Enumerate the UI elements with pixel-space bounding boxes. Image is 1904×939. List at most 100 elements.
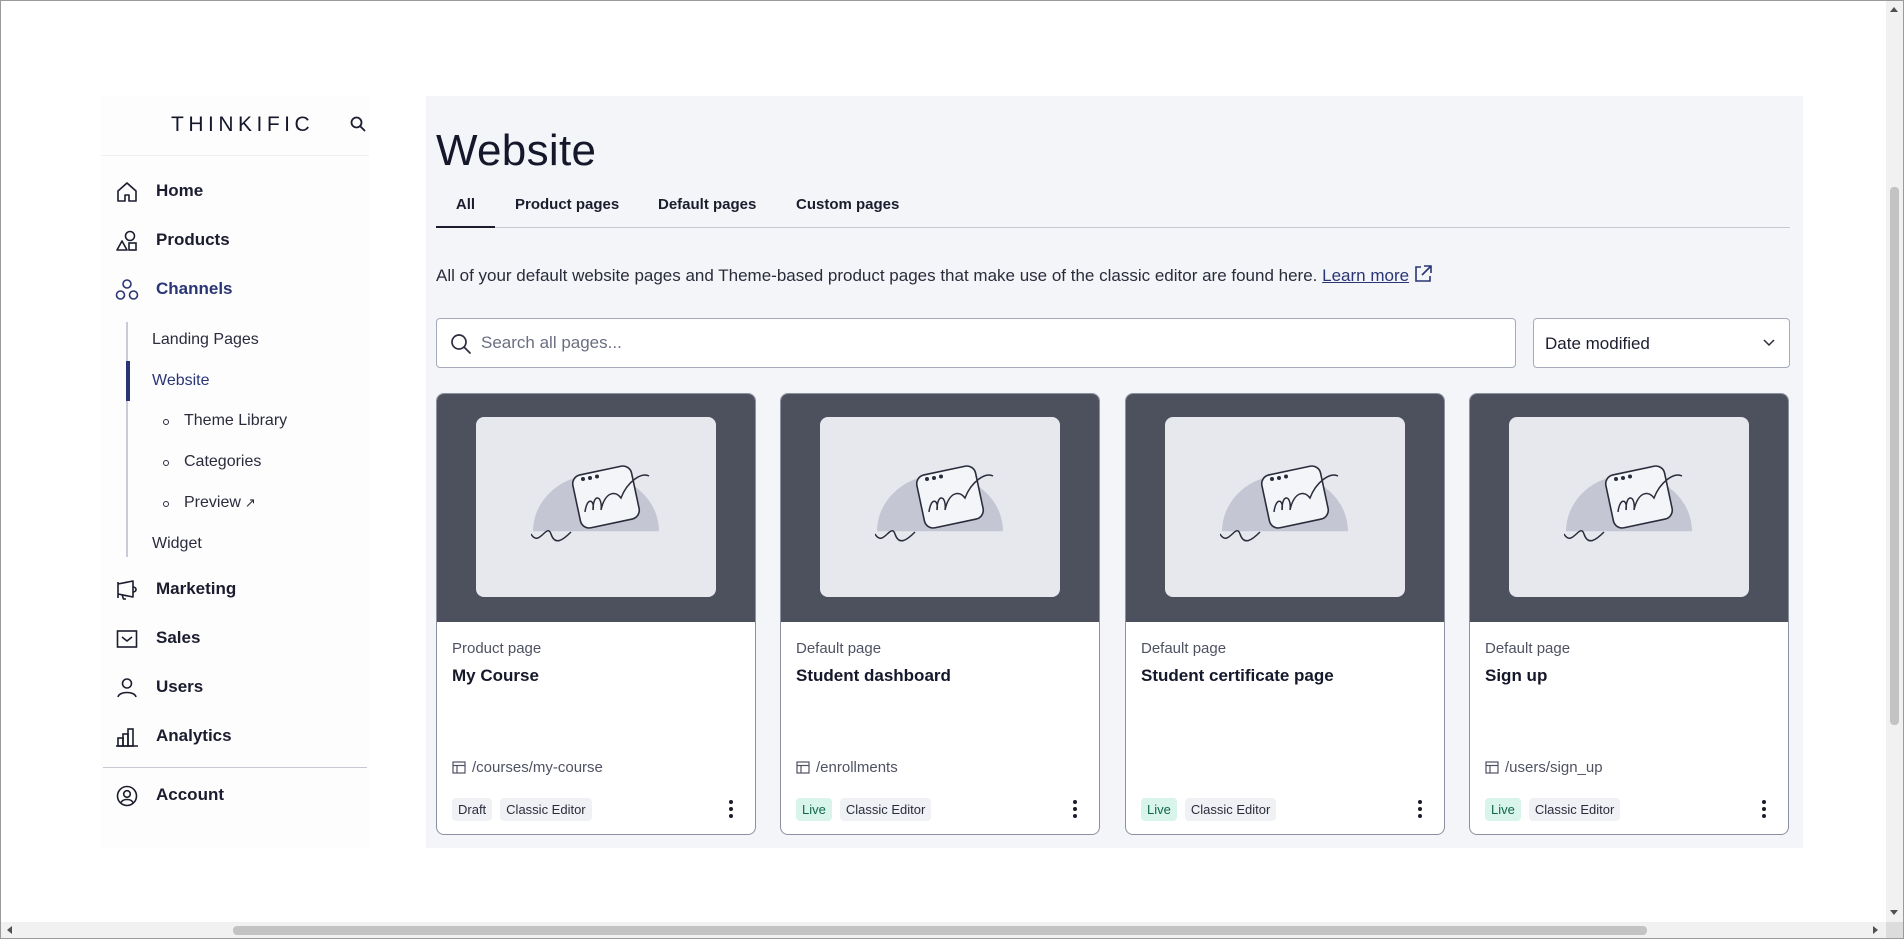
editor-badge: Classic Editor	[839, 798, 932, 821]
nav-item-home[interactable]: Home	[101, 171, 369, 211]
card-thumbnail	[437, 394, 755, 622]
sub-item-widget[interactable]: Widget	[152, 535, 202, 553]
tab-custom-pages[interactable]: Custom pages	[796, 194, 899, 228]
search-icon[interactable]	[349, 115, 367, 133]
nav-label-channels: Channels	[156, 279, 233, 298]
bullet-icon	[163, 501, 169, 507]
megaphone-icon	[117, 580, 137, 600]
person-icon	[117, 678, 137, 698]
nav-label-home: Home	[156, 181, 204, 200]
card-title[interactable]: Student certificate page	[1141, 666, 1334, 686]
external-arrow-icon: ↗	[244, 495, 256, 510]
scroll-up-arrow-icon[interactable]	[1890, 7, 1898, 12]
page-layout-icon	[452, 761, 466, 774]
nav-label-sales: Sales	[156, 628, 201, 647]
status-badge: Draft	[452, 798, 493, 821]
channels-icon	[115, 279, 139, 300]
sub-item-theme-library[interactable]: Theme Library	[184, 412, 287, 430]
card-url: /enrollments	[796, 759, 898, 776]
nav-label-account: Account	[156, 785, 224, 804]
more-options-icon[interactable]	[1065, 797, 1085, 821]
sub-item-preview[interactable]: Preview ↗	[184, 494, 256, 512]
bullet-icon	[163, 419, 169, 425]
card-page-type: Product page	[452, 640, 542, 657]
home-icon	[117, 182, 137, 202]
search-box	[436, 318, 1516, 368]
intro-description: All of your default website pages and Th…	[436, 266, 1318, 285]
nav-item-products[interactable]: Products	[101, 220, 369, 260]
nav-label-analytics: Analytics	[156, 726, 232, 745]
nav-label-users: Users	[156, 677, 204, 696]
card-badges: Draft Classic Editor	[452, 798, 592, 821]
scrollbar-corner	[1886, 922, 1903, 938]
more-options-icon[interactable]	[1754, 797, 1774, 821]
sidebar: THINKIFIC Home Products Channels Landing…	[101, 96, 369, 848]
tab-all[interactable]: All	[436, 194, 495, 228]
nav-item-users[interactable]: Users	[101, 667, 369, 707]
nav-item-channels[interactable]: Channels	[101, 269, 369, 309]
search-icon	[451, 334, 471, 354]
card-page-type: Default page	[1141, 640, 1227, 657]
scroll-left-arrow-icon[interactable]	[7, 926, 12, 934]
sub-item-website[interactable]: Website	[152, 372, 210, 390]
card-title[interactable]: My Course	[452, 666, 539, 686]
thinkific-logo[interactable]: THINKIFIC	[171, 113, 314, 137]
nav-item-analytics[interactable]: Analytics	[101, 716, 369, 756]
card-title[interactable]: Student dashboard	[796, 666, 951, 686]
card-thumbnail	[1126, 394, 1444, 622]
page-card[interactable]: Default page Student certificate page Li…	[1125, 393, 1445, 835]
status-badge: Live	[1485, 798, 1521, 821]
scroll-down-arrow-icon[interactable]	[1890, 910, 1898, 915]
card-url-text: /users/sign_up	[1505, 759, 1603, 776]
horizontal-scroll-thumb[interactable]	[233, 926, 1647, 935]
page-illustration-icon	[531, 465, 659, 542]
vertical-scrollbar[interactable]	[1886, 1, 1903, 923]
page-layout-icon	[1485, 761, 1499, 774]
scroll-right-arrow-icon[interactable]	[1873, 926, 1878, 934]
page-illustration-icon	[1220, 465, 1348, 542]
page-illustration-icon	[875, 465, 1003, 542]
learn-more-link[interactable]: Learn more	[1322, 266, 1409, 285]
more-options-icon[interactable]	[1410, 797, 1430, 821]
nav-item-sales[interactable]: Sales	[101, 618, 369, 658]
envelope-icon	[116, 630, 138, 648]
card-badges: Live Classic Editor	[796, 798, 932, 821]
vertical-scroll-thumb[interactable]	[1890, 187, 1899, 725]
card-thumbnail	[1470, 394, 1788, 622]
card-thumbnail	[781, 394, 1099, 622]
page-card[interactable]: Default page Student dashboard /enrollme…	[780, 393, 1100, 835]
card-url: /courses/my-course	[452, 759, 603, 776]
sub-item-landing-pages[interactable]: Landing Pages	[152, 331, 259, 349]
page-title: Website	[436, 126, 597, 175]
tab-default-pages[interactable]: Default pages	[658, 194, 756, 228]
nav-item-account[interactable]: Account	[101, 775, 369, 815]
learn-more-label: Learn more	[1322, 266, 1410, 285]
status-badge: Live	[796, 798, 832, 821]
page-card[interactable]: Default page Sign up /users/sign_up Live…	[1469, 393, 1789, 835]
nav-item-marketing[interactable]: Marketing	[101, 569, 369, 609]
logo-row: THINKIFIC	[101, 96, 369, 156]
external-link-icon[interactable]	[1413, 264, 1433, 284]
card-url-text: /enrollments	[816, 759, 898, 776]
thumbnail-placeholder	[1165, 417, 1405, 597]
more-options-icon[interactable]	[721, 797, 741, 821]
editor-badge: Classic Editor	[1528, 798, 1621, 821]
search-input[interactable]	[481, 329, 1501, 357]
card-url-text: /courses/my-course	[472, 759, 603, 776]
sub-item-categories[interactable]: Categories	[184, 453, 261, 471]
tab-product-pages[interactable]: Product pages	[515, 194, 619, 228]
thumbnail-placeholder	[820, 417, 1060, 597]
shapes-icon	[116, 230, 137, 251]
page-card[interactable]: Product page My Course /courses/my-cours…	[436, 393, 756, 835]
card-badges: Live Classic Editor	[1141, 798, 1277, 821]
nav-label-marketing: Marketing	[156, 579, 237, 598]
bullet-icon	[163, 460, 169, 466]
page-illustration-icon	[1564, 465, 1692, 542]
intro-text: All of your default website pages and Th…	[436, 264, 1433, 286]
horizontal-scrollbar[interactable]	[1, 922, 1903, 938]
bar-chart-icon	[116, 728, 138, 747]
card-title[interactable]: Sign up	[1485, 666, 1547, 686]
card-badges: Live Classic Editor	[1485, 798, 1621, 821]
sort-select[interactable]: Date modified	[1533, 318, 1790, 368]
sub-item-preview-label: Preview	[184, 494, 241, 511]
